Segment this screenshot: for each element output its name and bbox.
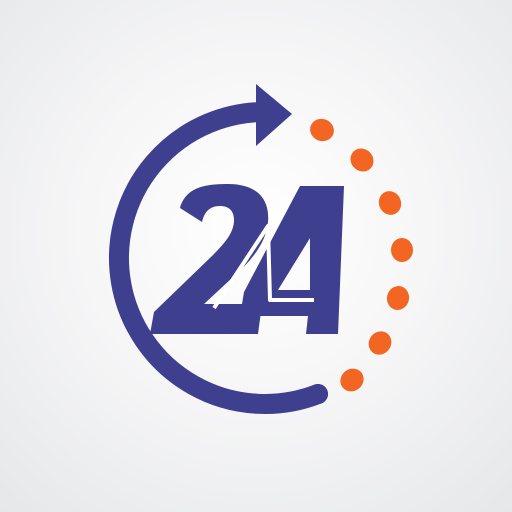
arrowhead-icon bbox=[256, 84, 292, 146]
dot bbox=[391, 238, 413, 262]
dot bbox=[340, 368, 364, 392]
dot bbox=[378, 191, 402, 215]
logo-canvas bbox=[0, 0, 512, 512]
numerals-24 bbox=[150, 184, 344, 334]
24-hour-logo bbox=[109, 84, 413, 414]
arc-end-cap bbox=[308, 384, 328, 404]
dot bbox=[350, 148, 374, 172]
dot bbox=[368, 331, 392, 355]
dot bbox=[310, 118, 334, 142]
dot bbox=[386, 286, 410, 310]
